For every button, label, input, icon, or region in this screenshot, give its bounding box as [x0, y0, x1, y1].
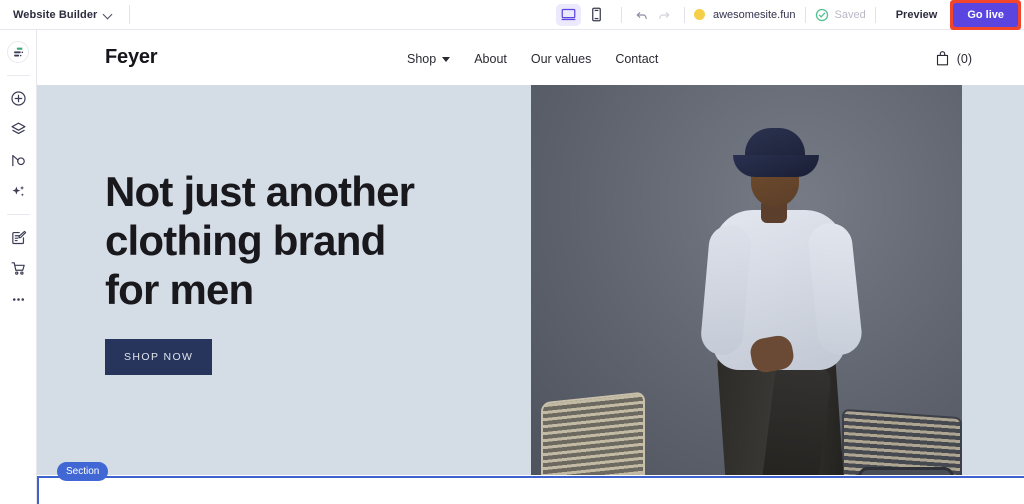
check-circle-icon — [815, 8, 829, 22]
nav-label: Shop — [407, 52, 436, 66]
top-toolbar: Website Builder — [0, 0, 1024, 30]
wire-chair-left — [541, 392, 645, 475]
hero-section[interactable]: Not just another clothing brand for men … — [37, 85, 1024, 475]
ellipsis-icon — [10, 291, 27, 308]
sidebar-divider — [7, 75, 30, 76]
hero-heading[interactable]: Not just another clothing brand for men — [105, 167, 525, 314]
avatar-glyph — [12, 46, 25, 59]
toolbar-divider — [805, 7, 806, 23]
site-logo[interactable]: Feyer — [105, 46, 157, 69]
shop-now-button[interactable]: SHOP NOW — [105, 339, 212, 375]
left-sidebar — [0, 30, 37, 504]
cart-widget[interactable]: (0) — [935, 50, 972, 67]
edit-document-icon — [10, 229, 27, 246]
wire-chair-right — [842, 409, 962, 475]
toolbar-left-group: Website Builder — [0, 5, 130, 24]
toolbar-right-group: awesomesite.fun Saved Preview Go live — [556, 0, 1024, 30]
wire-chair-seat — [858, 467, 954, 475]
toolbar-divider — [129, 5, 130, 24]
sidebar-item-store[interactable] — [3, 253, 33, 283]
section-outline-vertical — [37, 476, 39, 504]
saved-label: Saved — [835, 9, 866, 21]
website-builder-app: Website Builder — [0, 0, 1024, 504]
mobile-phone-icon — [590, 7, 603, 22]
model-figure — [699, 115, 859, 475]
section-outline-horizontal — [37, 476, 1024, 478]
sidebar-item-account[interactable] — [3, 37, 33, 67]
sidebar-item-layers[interactable] — [3, 114, 33, 144]
app-title: Website Builder — [13, 9, 97, 21]
site-navigation: Shop About Our values Contact — [407, 52, 658, 66]
undo-button[interactable] — [631, 4, 653, 26]
hero-image[interactable] — [531, 85, 962, 475]
shopping-bag-icon — [935, 50, 950, 67]
chevron-down-icon — [442, 57, 450, 62]
sidebar-item-theme[interactable] — [3, 145, 33, 175]
sidebar-item-blog[interactable] — [3, 222, 33, 252]
site-domain-label: awesomesite.fun — [713, 9, 796, 21]
undo-arrow-icon — [635, 8, 649, 22]
toolbar-divider — [875, 7, 876, 23]
user-avatar-icon — [7, 41, 29, 63]
site-domain-chip[interactable]: awesomesite.fun — [694, 9, 796, 21]
nav-item-contact[interactable]: Contact — [615, 52, 658, 66]
nav-item-shop[interactable]: Shop — [407, 52, 450, 66]
toolbar-divider — [621, 7, 622, 23]
canvas-below-fold — [37, 478, 1024, 504]
go-live-button[interactable]: Go live — [953, 3, 1018, 27]
nav-item-about[interactable]: About — [474, 52, 507, 66]
save-status: Saved — [815, 8, 866, 22]
preview-button[interactable]: Preview — [885, 9, 949, 21]
sparkles-icon — [10, 183, 27, 200]
hero-text-block: Not just another clothing brand for men … — [105, 167, 525, 375]
shopping-cart-icon — [10, 260, 27, 277]
nav-item-our-values[interactable]: Our values — [531, 52, 591, 66]
desktop-monitor-icon — [561, 7, 576, 22]
layers-icon — [10, 121, 27, 138]
cart-count-label: (0) — [957, 52, 972, 66]
site-header[interactable]: Feyer Shop About Our values Contact (0) — [37, 30, 1024, 85]
sidebar-divider — [7, 214, 30, 215]
app-title-menu[interactable]: Website Builder — [13, 9, 113, 21]
section-badge[interactable]: Section — [57, 462, 108, 481]
bucket-hat-brim — [733, 155, 819, 177]
toolbar-divider — [684, 7, 685, 23]
mobile-view-button[interactable] — [584, 4, 609, 26]
sidebar-item-add[interactable] — [3, 83, 33, 113]
redo-arrow-icon — [657, 8, 671, 22]
redo-button[interactable] — [653, 4, 675, 26]
plus-circle-icon — [10, 90, 27, 107]
site-preview-canvas[interactable]: Feyer Shop About Our values Contact (0) — [37, 30, 1024, 504]
sidebar-item-more[interactable] — [3, 284, 33, 314]
desktop-view-button[interactable] — [556, 4, 581, 26]
go-live-highlight: Go live — [950, 0, 1021, 30]
sidebar-item-ai-assistant[interactable] — [3, 176, 33, 206]
status-dot-icon — [694, 9, 705, 20]
chevron-down-icon — [104, 10, 113, 19]
paint-palette-icon — [10, 152, 27, 169]
